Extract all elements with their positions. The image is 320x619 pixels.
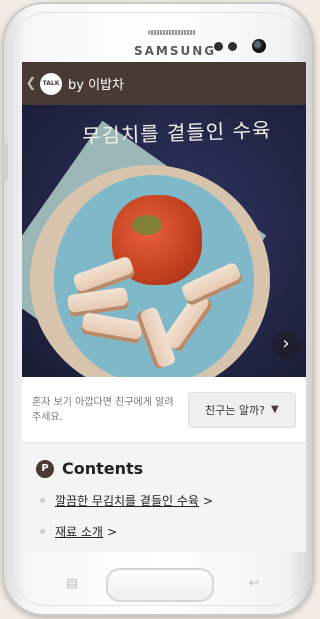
contents-header: P Contents <box>36 459 292 478</box>
share-friend-button[interactable]: 친구는 알까? ▼ <box>187 391 296 428</box>
garnish-graphic <box>132 215 162 235</box>
toc-item[interactable]: 깔끔한 무김치를 곁들인 수육 > <box>36 492 292 509</box>
bullet-icon <box>40 529 45 534</box>
contents-section: P Contents 깔끔한 무김치를 곁들인 수육 > 재료 소개 > <box>22 443 306 552</box>
light-sensor <box>228 42 237 51</box>
post-icon: P <box>36 459 54 478</box>
contents-title: Contents <box>62 459 144 478</box>
chevron-left-icon[interactable]: ❮ <box>24 76 38 91</box>
share-section: 혼자 보기 아깝다면 친구에게 알려주세요. 친구는 알까? ▼ <box>22 377 306 443</box>
app-bar: ❮ TALK by 이밥차 <box>22 62 306 105</box>
chevron-right-icon: > <box>106 524 118 539</box>
bullet-icon <box>40 498 45 503</box>
proximity-sensor <box>214 42 223 51</box>
share-message: 혼자 보기 아깝다면 친구에게 알려주세요. <box>32 396 174 423</box>
earpiece-speaker <box>148 30 196 35</box>
author-label: by 이밥차 <box>68 78 124 93</box>
chevron-right-icon: › <box>282 333 290 354</box>
hero-image: 무김치를 곁들인 수육 › <box>22 105 306 377</box>
hero-title: 무김치를 곁들인 수육 <box>81 117 272 149</box>
back-key-icon[interactable]: ↩ <box>244 576 264 591</box>
front-camera <box>252 39 266 53</box>
volume-button <box>2 142 8 180</box>
phone-frame: SAMSUNG ❮ TALK by 이밥차 무김치를 곁들인 수육 › 혼자 보… <box>2 2 314 616</box>
share-button-label: 친구는 알까? <box>205 403 265 417</box>
home-button[interactable] <box>106 568 214 602</box>
chevron-right-icon: > <box>202 493 213 508</box>
caret-down-icon: ▼ <box>270 404 279 415</box>
toc-item[interactable]: 재료 소개 > <box>36 523 292 540</box>
kakaotalk-icon: TALK <box>40 72 62 95</box>
toc-item-label: 깔끔한 무김치를 곁들인 수육 <box>55 494 199 508</box>
toc-item-label: 재료 소개 <box>55 525 103 539</box>
menu-key-icon[interactable]: ▤ <box>62 576 82 591</box>
device-brand: SAMSUNG <box>134 44 217 58</box>
next-slide-button[interactable]: › <box>272 331 300 359</box>
screen: ❮ TALK by 이밥차 무김치를 곁들인 수육 › 혼자 보기 아깝다면 친… <box>22 62 306 552</box>
